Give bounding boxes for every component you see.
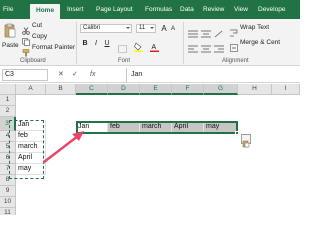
shrink-font-button[interactable]: A	[169, 25, 177, 34]
borders-icon[interactable]	[118, 40, 127, 53]
indent-icon[interactable]	[214, 40, 224, 53]
row-header-8[interactable]: 8	[0, 175, 16, 186]
select-all-corner[interactable]	[0, 84, 16, 95]
orientation-icon[interactable]	[214, 25, 224, 38]
row-header-1[interactable]: 1	[0, 95, 16, 106]
fill-color-icon[interactable]	[134, 39, 143, 52]
font-size-value: 11	[139, 25, 146, 31]
column-header-a[interactable]: A	[16, 84, 46, 95]
column-header-b[interactable]: B	[46, 84, 76, 95]
column-header-c[interactable]: C	[76, 84, 108, 95]
name-box[interactable]: C3	[2, 69, 48, 81]
fill-handle[interactable]	[235, 131, 239, 135]
copy-button[interactable]: Copy	[32, 32, 47, 41]
row-header-5[interactable]: 5	[0, 142, 16, 153]
tab-data[interactable]: Data	[180, 3, 194, 19]
clipboard-group-label: Clipboard	[20, 58, 46, 64]
confirm-icon[interactable]: ✓	[72, 67, 78, 83]
paste-options-icon[interactable]	[241, 134, 251, 148]
cell-d3[interactable]: feb	[108, 121, 140, 134]
formula-input[interactable]: Jan	[126, 68, 298, 82]
ribbon-home: Paste Cut Copy Format Painter Clipboard …	[0, 19, 300, 66]
formula-content: Jan	[131, 71, 143, 78]
tab-file[interactable]: File	[3, 3, 13, 19]
row-header-10[interactable]: 10	[0, 197, 16, 208]
font-group-label: Font	[118, 58, 131, 64]
paste-button[interactable]: Paste	[2, 41, 19, 50]
row-header-7[interactable]: 7	[0, 164, 16, 175]
align-center-icon[interactable]	[201, 40, 211, 53]
annotation-arrow	[42, 131, 84, 164]
wrap-text-icon	[230, 24, 238, 37]
copy-icon	[22, 33, 30, 46]
font-color-icon[interactable]: A	[150, 39, 159, 52]
chevron-down-icon	[126, 27, 130, 29]
italic-button[interactable]: I	[92, 39, 100, 48]
group-separator	[183, 22, 184, 64]
column-header-i[interactable]: I	[272, 84, 300, 95]
formula-bar: C3 ✕ ✓ fx Jan	[0, 67, 300, 83]
row-header-11[interactable]: 11	[0, 208, 16, 215]
bold-button[interactable]: B	[81, 39, 89, 48]
tab-review[interactable]: Review	[203, 3, 224, 19]
ribbon-tab-bar: File Home Insert Page Layout Formulas Da…	[0, 0, 300, 19]
group-separator	[76, 22, 77, 64]
alignment-group-label: Alignment	[222, 58, 249, 64]
grow-font-button[interactable]: A	[160, 24, 168, 33]
column-header-d[interactable]: D	[108, 84, 140, 95]
merge-center-button[interactable]: Merge & Cent	[240, 38, 280, 47]
column-header-e[interactable]: E	[140, 84, 172, 95]
column-header-g[interactable]: G	[204, 84, 238, 95]
cut-button[interactable]: Cut	[32, 21, 42, 30]
row-header-2[interactable]: 2	[0, 106, 16, 117]
fx-icon[interactable]: fx	[90, 67, 95, 83]
excel-window: File Home Insert Page Layout Formulas Da…	[0, 0, 300, 215]
tab-developer[interactable]: Develope	[258, 3, 285, 19]
tab-view[interactable]: View	[234, 3, 248, 19]
cell-g3[interactable]: may	[204, 121, 238, 134]
wrap-text-button[interactable]: Wrap Text	[240, 23, 269, 32]
tab-page-layout[interactable]: Page Layout	[96, 3, 133, 19]
align-middle-icon[interactable]	[201, 25, 211, 38]
align-top-icon[interactable]	[188, 25, 198, 38]
name-box-value: C3	[5, 71, 14, 78]
svg-text:A: A	[152, 44, 157, 51]
font-size-dropdown[interactable]: 11	[136, 24, 156, 33]
row-header-3[interactable]: 3	[0, 117, 16, 131]
tab-formulas[interactable]: Formulas	[145, 3, 172, 19]
cell-f3[interactable]: April	[172, 121, 204, 134]
format-painter-button[interactable]: Format Painter	[32, 43, 75, 52]
align-left-icon[interactable]	[188, 40, 198, 53]
font-family-dropdown[interactable]: Calibri	[80, 24, 132, 33]
format-painter-icon	[22, 44, 30, 57]
tab-insert[interactable]: Insert	[67, 3, 83, 19]
underline-button[interactable]: U	[103, 39, 111, 48]
row-header-9[interactable]: 9	[0, 186, 16, 197]
worksheet-grid: A B C D E F G H I 1 2 3 4 5 6 7 8 9 10 1…	[0, 84, 300, 215]
font-family-value: Calibri	[83, 25, 101, 31]
paste-icon[interactable]	[4, 23, 16, 39]
tab-home[interactable]: Home	[30, 4, 61, 19]
chevron-down-icon	[150, 27, 154, 29]
column-header-f[interactable]: F	[172, 84, 204, 95]
cell-e3[interactable]: march	[140, 121, 172, 134]
row-header-4[interactable]: 4	[0, 131, 16, 142]
scissors-icon	[22, 22, 30, 35]
cancel-icon[interactable]: ✕	[58, 67, 64, 83]
row-header-6[interactable]: 6	[0, 153, 16, 164]
merge-center-icon	[230, 39, 238, 52]
column-header-h[interactable]: H	[238, 84, 272, 95]
